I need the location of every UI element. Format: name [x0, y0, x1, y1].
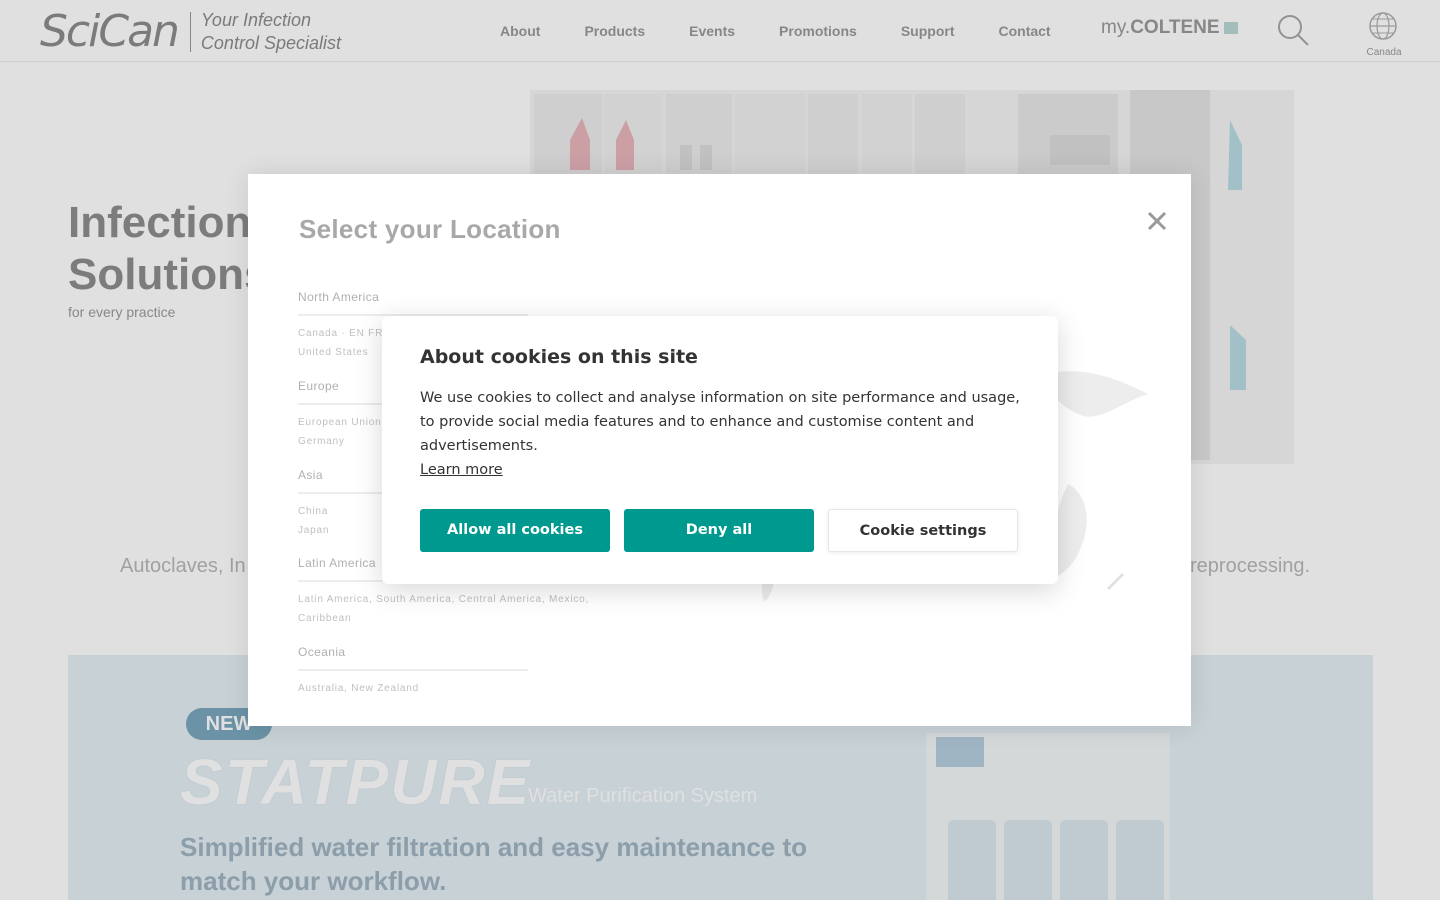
country-link[interactable]: China	[298, 506, 328, 517]
cookie-body: We use cookies to collect and analyse in…	[420, 390, 1020, 454]
close-icon[interactable]	[1146, 210, 1168, 232]
cookie-dialog: About cookies on this site We use cookie…	[382, 316, 1058, 584]
country-link[interactable]: Japan	[298, 525, 329, 536]
country-link[interactable]: Caribbean	[298, 613, 351, 624]
deny-all-button[interactable]: Deny all	[624, 509, 814, 552]
region-name: North America	[298, 290, 528, 316]
region-name: Oceania	[298, 645, 528, 671]
location-modal-title: Select your Location	[299, 214, 561, 244]
cookie-title: About cookies on this site	[420, 346, 698, 368]
country-link[interactable]: Canada · EN FR	[298, 328, 383, 339]
country-link[interactable]: Latin America, South America, Central Am…	[298, 594, 589, 605]
country-link[interactable]: Germany	[298, 436, 345, 447]
cookie-settings-button[interactable]: Cookie settings	[828, 509, 1018, 552]
region-oceania: Oceania Australia, New Zealand	[298, 645, 528, 698]
allow-all-cookies-button[interactable]: Allow all cookies	[420, 509, 610, 552]
country-link[interactable]: Australia, New Zealand	[298, 683, 419, 694]
country-link[interactable]: European Union	[298, 417, 381, 428]
region-countries: Latin America, South America, Central Am…	[298, 590, 618, 628]
region-countries: Australia, New Zealand	[298, 679, 618, 698]
country-link[interactable]: United States	[298, 347, 368, 358]
learn-more-link[interactable]: Learn more	[420, 462, 503, 478]
